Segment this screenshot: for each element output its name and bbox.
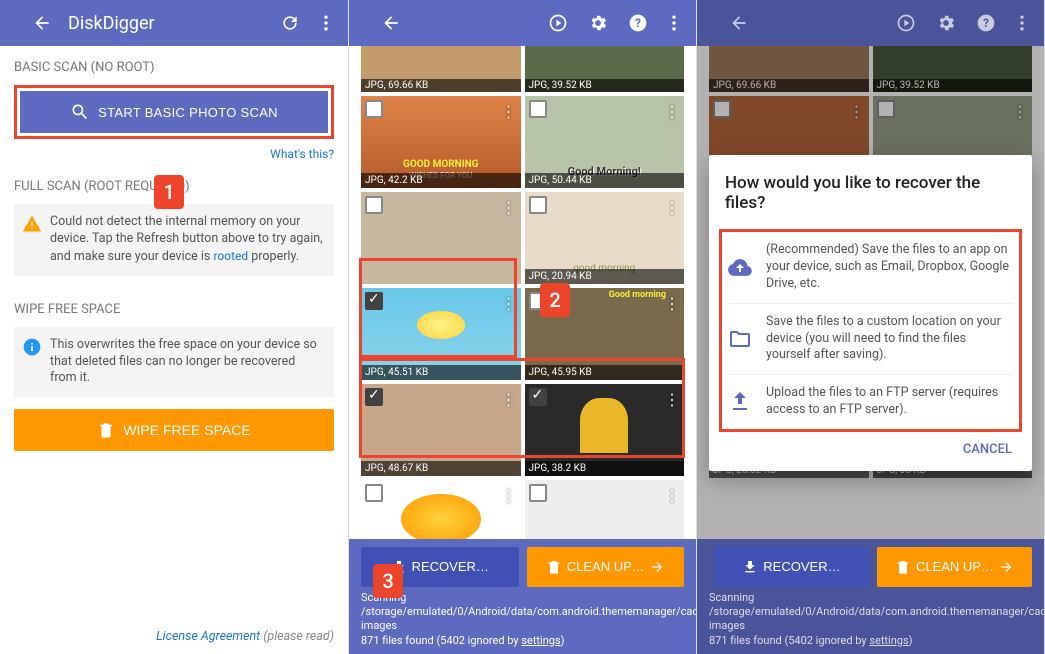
checkbox[interactable]	[529, 484, 547, 502]
basic-scan-label: BASIC SCAN (NO ROOT)	[14, 60, 334, 75]
back-icon[interactable]	[32, 13, 52, 33]
checkbox[interactable]	[529, 100, 547, 118]
badge-1: 1	[154, 175, 184, 209]
upload-icon	[728, 385, 752, 419]
play-icon[interactable]	[548, 13, 568, 33]
thumb[interactable]: ⋮JPG, 36 KB	[525, 480, 685, 539]
settings-link[interactable]: settings	[521, 634, 560, 647]
dialog-title: How would you like to recover the files?	[725, 173, 1016, 213]
scan-status: Scanning /storage/emulated/0/Android/dat…	[361, 591, 684, 648]
whats-this-link[interactable]: What's this?	[14, 147, 334, 161]
badge-2: 2	[540, 283, 570, 317]
info-icon	[22, 337, 42, 357]
cleanup-button[interactable]: CLEAN UP…	[877, 547, 1032, 587]
wipe-info: This overwrites the free space on your d…	[14, 327, 334, 398]
checkbox	[713, 100, 731, 118]
help-icon[interactable]: ?	[976, 13, 996, 33]
overflow-icon[interactable]	[316, 13, 336, 33]
rooted-link[interactable]: rooted	[213, 249, 248, 263]
thumb[interactable]: GOOD MORNINGWISHES FOR YOU⋮JPG, 42.2 KB	[361, 96, 521, 188]
more-icon[interactable]: ⋮	[501, 486, 517, 505]
more-icon[interactable]: ⋮	[664, 102, 680, 121]
checkbox[interactable]	[365, 196, 383, 214]
recover-button[interactable]: RECOVER…	[714, 547, 869, 587]
folder-icon	[728, 314, 752, 365]
svg-text:?: ?	[635, 16, 641, 30]
thumb[interactable]: Good Morning!⋮JPG, 50.44 KB	[525, 96, 685, 188]
badge-3: 3	[373, 564, 403, 598]
wipe-label: WIPE FREE SPACE	[14, 302, 334, 317]
more-icon[interactable]: ⋮	[501, 198, 517, 217]
dialog-cancel-button[interactable]: CANCEL	[725, 432, 1016, 463]
overflow-icon[interactable]	[1012, 13, 1032, 33]
checkbox[interactable]	[529, 196, 547, 214]
overflow-icon[interactable]	[664, 13, 684, 33]
thumb[interactable]: JPG, 39.52 KB	[525, 46, 685, 92]
footer-license: License Agreement (please read)	[156, 629, 334, 644]
back-icon[interactable]	[729, 13, 749, 33]
more-icon[interactable]: ⋮	[664, 294, 680, 313]
play-icon[interactable]	[896, 13, 916, 33]
checkbox[interactable]	[365, 484, 383, 502]
settings-link[interactable]: settings	[869, 634, 908, 647]
recover-dialog: How would you like to recover the files?…	[709, 155, 1032, 471]
help-icon[interactable]: ?	[628, 13, 648, 33]
more-icon[interactable]: ⋮	[664, 486, 680, 505]
more-icon: ⋮	[1012, 102, 1028, 121]
refresh-icon[interactable]	[280, 13, 300, 33]
wipe-button[interactable]: WIPE FREE SPACE	[14, 409, 334, 451]
license-link[interactable]: License Agreement	[156, 629, 260, 644]
thumb: JPG, 69.66 KB	[709, 46, 869, 92]
cleanup-button[interactable]: CLEAN UP…	[527, 547, 685, 587]
more-icon: ⋮	[849, 102, 865, 121]
dialog-option-ftp[interactable]: Upload the files to an FTP server (requi…	[728, 374, 1013, 429]
start-scan-button[interactable]: START BASIC PHOTO SCAN	[20, 91, 328, 133]
thumb[interactable]: JPG, 69.66 KB	[361, 46, 521, 92]
svg-text:?: ?	[983, 16, 989, 30]
back-icon[interactable]	[381, 13, 401, 33]
thumb: JPG, 39.52 KB	[873, 46, 1033, 92]
more-icon[interactable]: ⋮	[501, 102, 517, 121]
thumb[interactable]: ⋮JPG, 25.62 KB	[361, 480, 521, 539]
thumb[interactable]: good morning⋮JPG, 20.94 KB	[525, 192, 685, 284]
dialog-option-cloud[interactable]: (Recommended) Save the files to an app o…	[728, 232, 1013, 303]
full-scan-warning: Could not detect the internal memory on …	[14, 204, 334, 276]
gear-icon[interactable]	[588, 13, 608, 33]
checkbox[interactable]	[365, 100, 383, 118]
app-title: DiskDigger	[68, 13, 260, 34]
scan-status: Scanning /storage/emulated/0/Android/dat…	[709, 591, 1032, 648]
dialog-option-folder[interactable]: Save the files to a custom location on y…	[728, 303, 1013, 375]
checkbox	[877, 100, 895, 118]
bottom-bar: RECOVER… CLEAN UP… Scanning /storage/emu…	[697, 539, 1044, 654]
gear-icon[interactable]	[936, 13, 956, 33]
warning-icon	[22, 214, 42, 234]
cloud-upload-icon	[728, 242, 752, 293]
more-icon[interactable]: ⋮	[664, 198, 680, 217]
